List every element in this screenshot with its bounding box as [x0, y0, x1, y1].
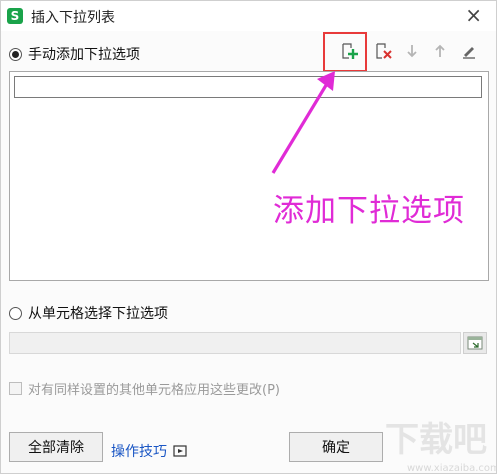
edit-icon [463, 47, 475, 59]
cell-range-input[interactable] [9, 332, 461, 354]
move-down-button[interactable] [402, 41, 422, 61]
dropdown-options-list[interactable] [9, 71, 489, 281]
clear-all-button[interactable]: 全部清除 [9, 432, 103, 462]
wps-spreadsheet-icon: S [7, 8, 23, 24]
edit-item-button[interactable] [459, 41, 479, 61]
tips-link[interactable]: 操作技巧 [111, 441, 187, 461]
move-up-icon [435, 44, 445, 57]
ok-button[interactable]: 确定 [289, 432, 383, 462]
close-button[interactable]: × [465, 5, 482, 25]
dialog-title: 插入下拉列表 [31, 10, 115, 26]
radio-button-checked[interactable] [9, 47, 22, 61]
range-select-icon [467, 336, 483, 350]
move-up-button[interactable] [430, 41, 450, 61]
annotation-text: 添加下拉选项 [273, 193, 465, 229]
insert-dropdown-dialog: S 插入下拉列表 × 手动添加下拉选项 添加下拉选项 从单元格选择下拉选项 对有… [0, 0, 497, 474]
xiazaiba-watermark: 下载吧 www.xiazaiba.com [385, 420, 497, 474]
tips-label: 操作技巧 [111, 444, 167, 460]
apply-to-similar-label: 对有同样设置的其他单元格应用这些更改(P) [28, 383, 280, 398]
svg-text:www.xiazaiba.com: www.xiazaiba.com [407, 463, 497, 474]
radio-button-unchecked[interactable] [9, 306, 22, 320]
video-icon [173, 445, 187, 457]
option-input-field[interactable] [14, 76, 482, 98]
select-range-button[interactable] [463, 332, 487, 354]
title-bar: S 插入下拉列表 × [1, 1, 496, 31]
apply-to-similar-checkbox[interactable] [9, 382, 22, 395]
annotation-arrow [271, 71, 335, 174]
delete-item-icon [376, 43, 392, 59]
delete-item-button[interactable] [373, 41, 393, 61]
from-cells-radio[interactable]: 从单元格选择下拉选项 [9, 303, 168, 323]
manual-options-label: 手动添加下拉选项 [28, 47, 140, 63]
from-cells-label: 从单元格选择下拉选项 [28, 306, 168, 322]
move-down-icon [407, 45, 417, 58]
manual-options-radio[interactable]: 手动添加下拉选项 [9, 44, 140, 64]
apply-to-similar-checkbox-row: 对有同样设置的其他单元格应用这些更改(P) [9, 379, 280, 398]
svg-text:下载吧: 下载吧 [385, 420, 487, 460]
